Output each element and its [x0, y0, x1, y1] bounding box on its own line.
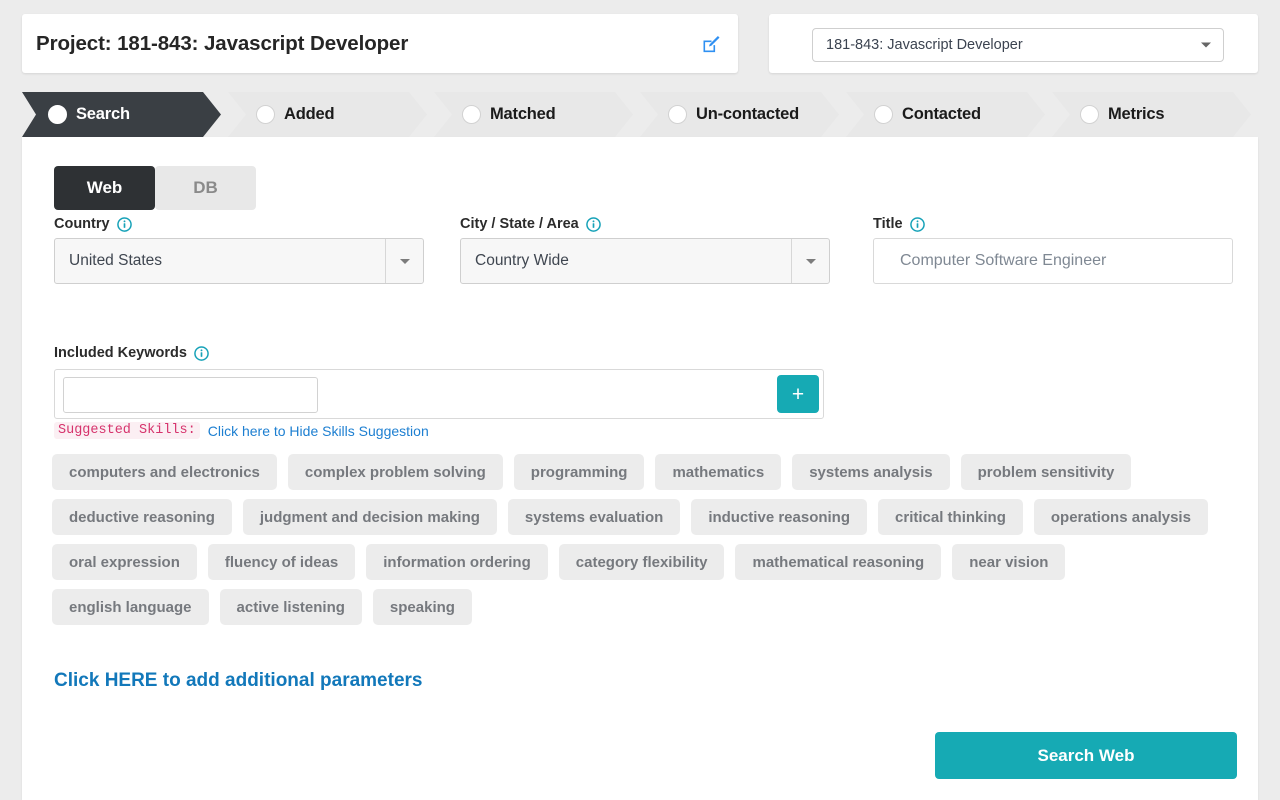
skill-tag[interactable]: systems evaluation: [507, 499, 681, 535]
skill-tag[interactable]: active listening: [219, 589, 362, 625]
info-circle-icon[interactable]: [194, 345, 209, 361]
skill-tag[interactable]: judgment and decision making: [242, 499, 497, 535]
skill-tag[interactable]: speaking: [372, 589, 472, 625]
title-field-group: Title: [873, 216, 1233, 284]
hide-skills-suggestion-link[interactable]: Click here to Hide Skills Suggestion: [208, 423, 429, 439]
city-state-area-value: Country Wide: [475, 252, 569, 269]
skill-tag[interactable]: deductive reasoning: [52, 499, 232, 535]
skill-tag[interactable]: critical thinking: [878, 499, 1023, 535]
search-web-button[interactable]: Search Web: [935, 732, 1237, 779]
tab-db-label: DB: [193, 178, 218, 197]
step-radio-icon: [668, 105, 687, 124]
country-label-row: Country: [54, 216, 424, 232]
suggested-skills-label: Suggested Skills:: [54, 422, 200, 439]
step-label: Search: [76, 105, 130, 123]
skill-tag[interactable]: information ordering: [366, 544, 548, 580]
step-radio-icon: [874, 105, 893, 124]
chevron-down-icon: [399, 258, 410, 264]
skill-tag[interactable]: operations analysis: [1033, 499, 1208, 535]
city-label-row: City / State / Area: [460, 216, 830, 232]
suggested-skill-tags: computers and electronics complex proble…: [52, 454, 1232, 634]
chevron-down-icon: [805, 258, 816, 264]
search-panel: Web DB Country United States City / Stat…: [22, 137, 1258, 800]
chevron-down-icon: [1201, 42, 1211, 48]
workflow-step-bar: Search Added Matched Un-contacted Contac…: [22, 92, 1258, 137]
keywords-label-row: Included Keywords: [54, 345, 834, 361]
step-added[interactable]: Added: [228, 92, 427, 137]
skill-tag[interactable]: oral expression: [52, 544, 197, 580]
project-select-value: 181-843: Javascript Developer: [826, 37, 1023, 53]
step-matched[interactable]: Matched: [434, 92, 633, 137]
step-metrics[interactable]: Metrics: [1052, 92, 1251, 137]
keyword-input[interactable]: [63, 377, 318, 413]
skill-tag[interactable]: category flexibility: [558, 544, 725, 580]
included-keywords-group: Included Keywords +: [54, 345, 834, 419]
step-search[interactable]: Search: [22, 92, 221, 137]
project-title-card: Project: 181-843: Javascript Developer: [22, 14, 738, 73]
step-label: Metrics: [1108, 105, 1165, 123]
search-mode-tabs: Web DB: [54, 166, 256, 210]
skill-tag[interactable]: mathematics: [655, 454, 782, 490]
plus-icon: +: [791, 382, 805, 406]
step-radio-icon: [462, 105, 481, 124]
skill-tag[interactable]: complex problem solving: [287, 454, 503, 490]
step-contacted[interactable]: Contacted: [846, 92, 1045, 137]
country-label: Country: [54, 216, 110, 232]
city-state-area-select[interactable]: Country Wide: [460, 238, 830, 284]
step-radio-icon: [48, 105, 67, 124]
step-radio-icon: [256, 105, 275, 124]
top-header-row: Project: 181-843: Javascript Developer 1…: [0, 0, 1280, 88]
skill-tag[interactable]: computers and electronics: [52, 454, 277, 490]
skill-tag[interactable]: english language: [52, 589, 209, 625]
add-keyword-button[interactable]: +: [777, 375, 819, 413]
tab-db[interactable]: DB: [155, 166, 256, 210]
step-label: Added: [284, 105, 335, 123]
skill-tag[interactable]: mathematical reasoning: [735, 544, 942, 580]
tab-web-label: Web: [86, 178, 123, 197]
suggested-skills-row: Suggested Skills: Click here to Hide Ski…: [54, 422, 429, 439]
step-label: Contacted: [902, 105, 981, 123]
country-value: United States: [69, 252, 163, 269]
skill-tag[interactable]: problem sensitivity: [960, 454, 1132, 490]
add-additional-parameters-link[interactable]: Click HERE to add additional parameters: [54, 670, 422, 692]
skill-tag[interactable]: systems analysis: [792, 454, 950, 490]
city-state-area-label: City / State / Area: [460, 216, 579, 232]
page-title: Project: 181-843: Javascript Developer: [36, 31, 409, 55]
city-state-area-select-arrow[interactable]: [791, 239, 829, 283]
title-label: Title: [873, 216, 903, 232]
step-label: Un-contacted: [696, 105, 800, 123]
project-select-dropdown[interactable]: 181-843: Javascript Developer: [812, 28, 1224, 62]
info-circle-icon[interactable]: [909, 216, 925, 232]
keywords-input-container: +: [54, 369, 824, 419]
country-field-group: Country United States: [54, 216, 424, 284]
included-keywords-label: Included Keywords: [54, 345, 187, 361]
app-root: Project: 181-843: Javascript Developer 1…: [0, 0, 1280, 800]
title-input[interactable]: [873, 238, 1233, 284]
tab-web[interactable]: Web: [54, 166, 155, 210]
city-state-area-field-group: City / State / Area Country Wide: [460, 216, 830, 284]
edit-project-icon[interactable]: [700, 33, 722, 55]
info-circle-icon[interactable]: [116, 216, 132, 232]
skill-tag[interactable]: programming: [513, 454, 645, 490]
step-label: Matched: [490, 105, 556, 123]
country-select-arrow[interactable]: [385, 239, 423, 283]
title-label-row: Title: [873, 216, 1233, 232]
skill-tag[interactable]: inductive reasoning: [691, 499, 868, 535]
project-switcher-card: 181-843: Javascript Developer: [769, 14, 1258, 73]
step-radio-icon: [1080, 105, 1099, 124]
skill-tag[interactable]: fluency of ideas: [207, 544, 356, 580]
step-un-contacted[interactable]: Un-contacted: [640, 92, 839, 137]
info-circle-icon[interactable]: [585, 216, 601, 232]
skill-tag[interactable]: near vision: [952, 544, 1066, 580]
country-select[interactable]: United States: [54, 238, 424, 284]
